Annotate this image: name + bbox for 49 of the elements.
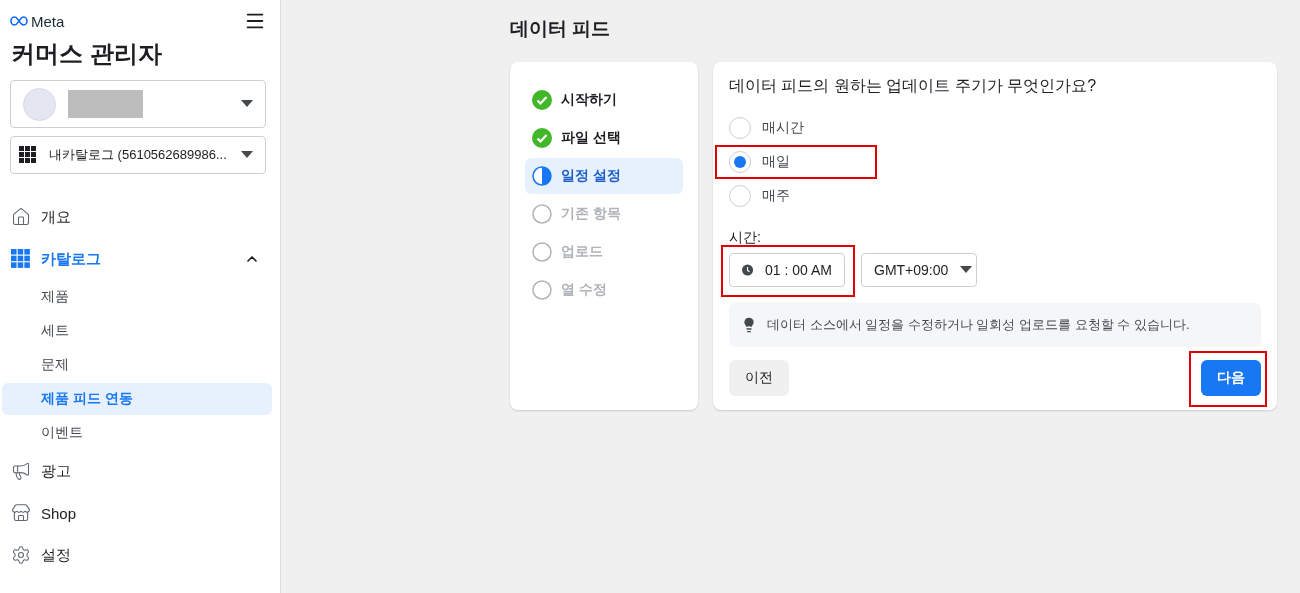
- half-circle-icon: [532, 166, 552, 186]
- timezone-dropdown[interactable]: GMT+09:00: [861, 253, 977, 287]
- step-item[interactable]: 일정 설정: [525, 158, 683, 194]
- check-circle-icon: [532, 90, 552, 110]
- step-item[interactable]: 시작하기: [525, 82, 683, 118]
- question-text: 데이터 피드의 원하는 업데이트 주기가 무엇인가요?: [729, 76, 1098, 96]
- sidebar-subitem[interactable]: 제품 피드 연동: [2, 383, 272, 415]
- sidebar-item[interactable]: 카탈로그: [2, 238, 272, 280]
- store-icon: [11, 503, 31, 523]
- radio-button[interactable]: [729, 185, 751, 207]
- check-circle-icon: [532, 128, 552, 148]
- sidebar-item[interactable]: 광고: [2, 450, 272, 492]
- sidebar-subitem[interactable]: 세트: [2, 315, 272, 347]
- circle-icon: [532, 280, 552, 300]
- sidebar-item[interactable]: 설정: [2, 534, 272, 576]
- tip-text: 데이터 소스에서 일정을 수정하거나 일회성 업로드를 요청할 수 있습니다.: [767, 316, 1190, 334]
- sidebar-subitem[interactable]: 이벤트: [2, 417, 272, 449]
- time-field[interactable]: 01 : 00 AM: [729, 253, 845, 287]
- logo-text: Meta: [31, 12, 65, 30]
- step-item[interactable]: 파일 선택: [525, 120, 683, 156]
- sidebar-item[interactable]: 개요: [2, 196, 272, 238]
- circle-icon: [532, 242, 552, 262]
- infinity-logo-icon: [10, 16, 28, 26]
- grid-icon: [11, 249, 31, 269]
- next-button[interactable]: 다음: [1201, 360, 1261, 396]
- radio-option[interactable]: 매주: [729, 179, 869, 213]
- clock-icon: [742, 262, 754, 278]
- caret-icon: [241, 100, 253, 108]
- megaphone-icon: [11, 461, 31, 481]
- highlighted-radio-option[interactable]: 매일: [715, 145, 877, 179]
- radio-button[interactable]: [729, 117, 751, 139]
- sidebar-subitem[interactable]: 문제: [2, 349, 272, 381]
- sidebar-subitem[interactable]: 제품: [2, 281, 272, 313]
- caret-icon: [960, 266, 973, 274]
- app-title: 커머스 관리자: [11, 39, 163, 69]
- lightbulb-icon: [741, 317, 757, 333]
- radio-button[interactable]: [729, 151, 751, 173]
- caret-icon: [241, 151, 253, 159]
- time-label: 시간:: [729, 229, 762, 247]
- grid-icon: [19, 146, 37, 164]
- home-icon: [11, 207, 31, 227]
- back-button[interactable]: 이전: [729, 360, 789, 396]
- catalog-selector[interactable]: 내카탈로그 (5610562689986...: [10, 136, 266, 174]
- radio-option[interactable]: 매시간: [729, 111, 869, 145]
- settings-icon: [11, 545, 31, 565]
- avatar: [23, 87, 56, 121]
- circle-icon: [532, 204, 552, 224]
- sidebar-item[interactable]: Shop: [2, 492, 272, 534]
- page-title: 데이터 피드: [510, 17, 612, 41]
